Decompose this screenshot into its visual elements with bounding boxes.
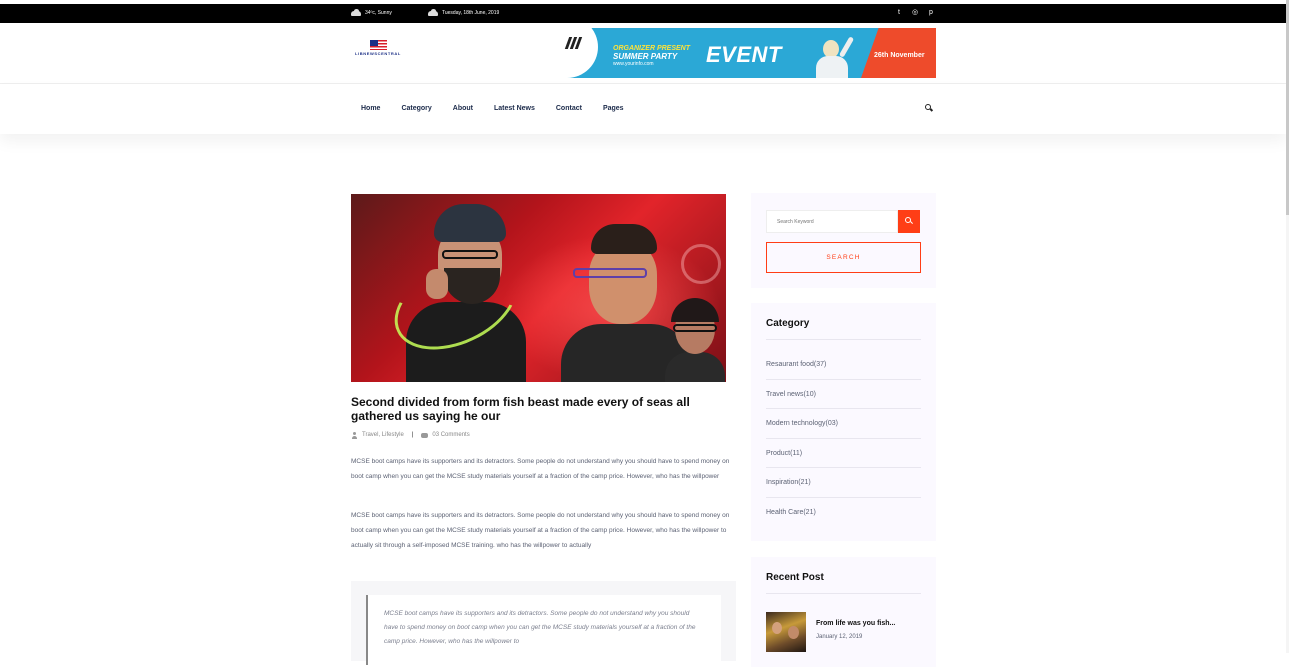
article-comments[interactable]: 03 Comments bbox=[432, 431, 469, 440]
article-paragraph: MCSE boot camps have its supporters and … bbox=[351, 458, 730, 480]
category-item[interactable]: Travel news(10) bbox=[766, 380, 921, 409]
nav-category[interactable]: Category bbox=[401, 104, 431, 113]
instagram-icon[interactable]: ◎ bbox=[912, 8, 918, 18]
banner-url: www.yourinfo.com bbox=[613, 61, 654, 67]
banner-date: 26th November bbox=[874, 52, 925, 59]
article-categories[interactable]: Travel, Lifestyle bbox=[362, 431, 404, 440]
category-item[interactable]: Product(11) bbox=[766, 439, 921, 468]
category-item[interactable]: Health Care(21) bbox=[766, 498, 921, 528]
user-icon bbox=[351, 432, 358, 439]
site-header: LIBNEWSCENTRAL ORGANIZER PRESENT SUMMER … bbox=[0, 23, 1286, 84]
recent-post-date: January 12, 2019 bbox=[816, 634, 863, 640]
nav-pages[interactable]: Pages bbox=[603, 104, 624, 113]
top-bar: 34ºc, Sunny Tuesday, 18th June, 2019 t ◎… bbox=[0, 4, 1286, 23]
recent-post-item[interactable]: From life was you fish... January 12, 20… bbox=[766, 612, 926, 657]
category-item[interactable]: Inspiration(21) bbox=[766, 468, 921, 498]
weather-info: 34ºc, Sunny bbox=[351, 9, 392, 18]
recent-post-thumbnail[interactable] bbox=[766, 612, 806, 652]
banner-dancer-image bbox=[806, 32, 861, 78]
article-paragraph: MCSE boot camps have its supporters and … bbox=[351, 512, 730, 549]
category-item[interactable]: Resaurant food(37) bbox=[766, 350, 921, 380]
search-submit-icon[interactable] bbox=[898, 210, 920, 233]
date-text: Tuesday, 18th June, 2019 bbox=[442, 10, 500, 16]
main-navbar: Home Category About Latest News Contact … bbox=[0, 84, 1286, 134]
main-nav: Home Category About Latest News Contact … bbox=[361, 104, 645, 113]
cloud-icon bbox=[351, 9, 361, 16]
event-banner-ad[interactable]: ORGANIZER PRESENT SUMMER PARTY www.youri… bbox=[561, 28, 936, 78]
cloud-icon bbox=[428, 9, 438, 16]
sidebar-recent-widget: Recent Post From life was you fish... Ja… bbox=[751, 557, 936, 667]
category-title: Category bbox=[766, 318, 921, 340]
meta-divider: | bbox=[411, 432, 414, 438]
article-title[interactable]: Second divided from form fish beast made… bbox=[351, 395, 731, 423]
search-button[interactable]: SEARCH bbox=[766, 242, 921, 273]
category-item[interactable]: Modern technology(03) bbox=[766, 409, 921, 439]
search-icon[interactable] bbox=[925, 104, 934, 113]
twitter-icon[interactable]: t bbox=[896, 8, 902, 18]
flag-icon bbox=[370, 40, 387, 50]
nav-contact[interactable]: Contact bbox=[556, 104, 582, 113]
banner-event: EVENT bbox=[706, 42, 782, 67]
article-meta: Travel, Lifestyle | 03 Comments bbox=[351, 431, 470, 440]
nav-latest-news[interactable]: Latest News bbox=[494, 104, 535, 113]
nav-about[interactable]: About bbox=[453, 104, 473, 113]
search-input[interactable] bbox=[766, 210, 898, 233]
site-logo[interactable]: LIBNEWSCENTRAL bbox=[355, 40, 405, 58]
banner-organizer: ORGANIZER PRESENT bbox=[613, 45, 691, 52]
category-list: Resaurant food(37) Travel news(10) Moder… bbox=[766, 350, 921, 527]
pinterest-icon[interactable]: p bbox=[928, 8, 934, 18]
recent-post-heading[interactable]: From life was you fish... bbox=[816, 619, 895, 628]
nav-home[interactable]: Home bbox=[361, 104, 380, 113]
blockquote: MCSE boot camps have its supporters and … bbox=[366, 595, 721, 665]
social-links: t ◎ p bbox=[896, 8, 934, 18]
sidebar-category-widget: Category Resaurant food(37) Travel news(… bbox=[751, 303, 936, 541]
banner-party: SUMMER PARTY bbox=[613, 52, 678, 61]
logo-text: LIBNEWSCENTRAL bbox=[355, 51, 401, 56]
sidebar-search-widget: SEARCH bbox=[751, 193, 936, 288]
date-info: Tuesday, 18th June, 2019 bbox=[428, 9, 499, 18]
recent-post-title: Recent Post bbox=[766, 572, 921, 594]
banner-logo-icon bbox=[564, 37, 583, 49]
weather-text: 34ºc, Sunny bbox=[365, 10, 392, 16]
blockquote-container: MCSE boot camps have its supporters and … bbox=[351, 581, 736, 665]
article-image bbox=[351, 194, 726, 382]
comment-icon bbox=[421, 433, 429, 438]
